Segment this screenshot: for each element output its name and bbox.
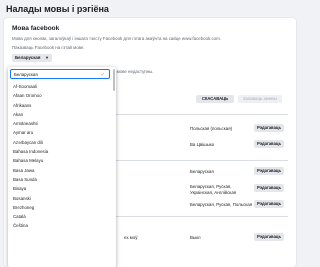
dropdown-scrollbar[interactable] [113,69,115,91]
dropdown-option[interactable]: Català [8,212,112,221]
row-value: Беларуская, Руская, Польская [190,202,253,207]
dropdown-option[interactable]: Azərbaycan dili [8,138,112,147]
edit-button[interactable]: Рэдагаваць [254,233,284,241]
language-select[interactable]: Беларуская ▼ [12,54,52,62]
dropdown-option[interactable]: Čeština [8,221,112,230]
dropdown-option[interactable]: Afaan Oromoo [8,91,112,100]
row-value-line: Беларуская, Руская, [190,184,232,189]
dropdown-options: Af-Soomaali Afaan Oromoo Afrikaans Akan … [8,82,112,231]
dropdown-option[interactable]: Armāneashti [8,119,112,128]
section-title: Мова facebook [12,25,60,32]
caret-down-icon: ▼ [45,55,49,60]
row-value: Беларуская [190,169,214,174]
edit-button[interactable]: Рэдагаваць [254,124,284,132]
edit-button[interactable]: Рэдагаваць [254,167,284,175]
page-title: Налады мовы і рэгіёна [6,4,109,14]
row-value: Ва Цвішыко [190,142,215,147]
dropdown-option[interactable]: Basa Jawa [8,166,112,175]
dropdown-option[interactable]: Afrikaans [8,101,112,110]
checkmark-icon: ✓ [100,72,105,78]
footer-text: ех мoў [124,235,138,240]
dropdown-selected-label: Беларуская [14,72,38,77]
dropdown-option[interactable]: Af-Soomaali [8,82,112,91]
show-language-label: Паказваць Facebook на гэтай мове. [12,45,85,50]
edit-button[interactable]: Рэдагаваць [254,200,284,208]
language-select-value: Беларуская [15,55,41,60]
language-dropdown[interactable]: Беларуская ✓ Af-Soomaali Afaan Oromoo Af… [8,67,116,267]
dropdown-option[interactable]: Bosanski [8,194,112,203]
dropdown-option[interactable]: Bahasa Indonesia [8,147,112,156]
dropdown-option[interactable]: Aymar aru [8,128,112,137]
row-value: Выкл [190,235,201,240]
row-value: Беларуская, Руская, Украінская, Англійск… [190,184,236,195]
save-button[interactable]: Захаваць змены [238,95,282,103]
dropdown-selected[interactable]: Беларуская ✓ [10,69,110,79]
edit-button[interactable]: Рэдагаваць [254,184,284,192]
dropdown-option[interactable]: Basa Sunda [8,175,112,184]
edit-button[interactable]: Рэдагаваць [254,140,284,148]
dropdown-option[interactable]: Brezhoneg [8,203,112,212]
dropdown-option[interactable]: Bisaya [8,184,112,193]
row-value-line: Украінская, Англійская [190,189,237,195]
cancel-button[interactable]: СКАСАВАЦЬ [196,95,234,103]
row-value: Польскaя (польская) [190,126,233,131]
dropdown-option[interactable]: Bahasa Melayu [8,156,112,165]
dropdown-option[interactable]: Akan [8,110,112,119]
section-description: Мова для кнопак, загалоўкаў і іншага тэк… [12,36,221,41]
